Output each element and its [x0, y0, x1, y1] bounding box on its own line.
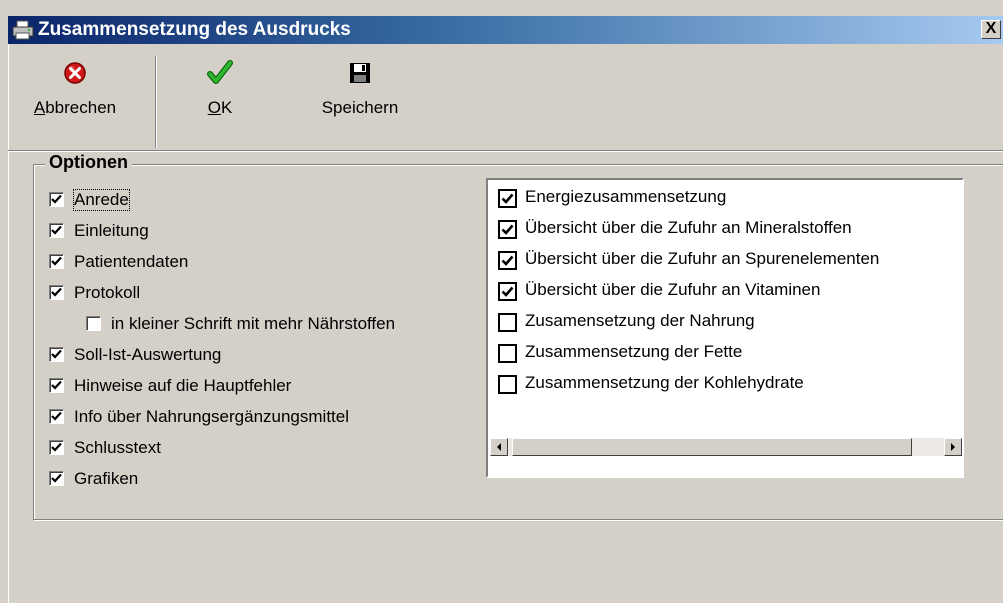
section-label: Zusammensetzung der Kohlehydrate — [525, 373, 804, 392]
checkbox-checked[interactable] — [498, 251, 517, 270]
option-label: Info über Nahrungsergänzungsmittel — [74, 407, 349, 426]
arrow-left-icon — [497, 443, 501, 451]
cancel-button[interactable]: Abbrechen — [10, 56, 140, 148]
scroll-thumb[interactable] — [512, 438, 912, 456]
ok-button[interactable]: OK — [180, 56, 260, 148]
checkbox-unchecked[interactable] — [498, 344, 517, 363]
checkbox-checked[interactable] — [49, 440, 64, 455]
window-title: Zusammensetzung des Ausdrucks — [38, 19, 351, 40]
ok-label: OK — [207, 98, 233, 117]
arrow-right-icon — [951, 443, 955, 451]
section-label: Energiezusammensetzung — [525, 187, 727, 206]
checkbox-checked[interactable] — [49, 378, 64, 393]
checkbox-checked[interactable] — [498, 220, 517, 239]
option-label: Patientendaten — [74, 252, 189, 271]
checkbox-checked[interactable] — [49, 192, 64, 207]
save-label: Speichern — [321, 98, 399, 117]
title-bar[interactable]: Zusammensetzung des Ausdrucks X — [8, 16, 1003, 44]
cancel-icon — [64, 62, 86, 84]
checkbox-checked[interactable] — [49, 409, 64, 424]
horizontal-scrollbar[interactable] — [490, 438, 962, 456]
floppy-disk-icon — [350, 63, 370, 83]
checkbox-unchecked[interactable] — [86, 316, 101, 331]
cancel-label-accel: A — [33, 98, 46, 117]
option-label: Grafiken — [74, 469, 139, 488]
checkmark-icon — [207, 60, 233, 84]
checkbox-checked[interactable] — [49, 285, 64, 300]
checkbox-checked[interactable] — [49, 223, 64, 238]
checkbox-checked[interactable] — [498, 282, 517, 301]
checkbox-checked[interactable] — [49, 347, 64, 362]
scroll-right-button[interactable] — [944, 438, 962, 456]
option-label: in kleiner Schrift mit mehr Nährstoffen — [111, 314, 396, 333]
printer-icon — [12, 20, 34, 40]
checkbox-checked[interactable] — [498, 189, 517, 208]
toolbar-divider — [8, 150, 1003, 152]
close-icon: X — [985, 20, 997, 37]
option-label: Hinweise auf die Hauptfehler — [74, 376, 292, 395]
option-label: Soll-Ist-Auswertung — [74, 345, 222, 364]
save-button[interactable]: Speichern — [300, 56, 420, 148]
checkbox-checked[interactable] — [49, 254, 64, 269]
section-label: Zusammensetzung der Fette — [525, 342, 743, 361]
cancel-label: Abbrechen — [33, 98, 117, 117]
options-legend: Optionen — [45, 152, 132, 173]
checkbox-unchecked[interactable] — [498, 313, 517, 332]
section-label: Übersicht über die Zufuhr an Spureneleme… — [525, 249, 880, 268]
sections-listbox[interactable]: Energiezusammensetzung Übersicht über die… — [486, 178, 964, 478]
section-label: Übersicht über die Zufuhr an Mineralstof… — [525, 218, 852, 237]
section-label: Übersicht über die Zufuhr an Vitaminen — [525, 280, 821, 299]
option-label: Protokoll — [74, 283, 141, 302]
option-label: Anrede — [73, 189, 130, 211]
checkbox-unchecked[interactable] — [498, 375, 517, 394]
toolbar-separator — [155, 56, 157, 148]
option-label: Schlusstext — [74, 438, 161, 457]
option-label: Einleitung — [74, 221, 149, 240]
section-label: Zusamensetzung der Nahrung — [525, 311, 755, 330]
checkbox-checked[interactable] — [49, 471, 64, 486]
close-button[interactable]: X — [981, 20, 1001, 39]
scroll-left-button[interactable] — [490, 438, 508, 456]
